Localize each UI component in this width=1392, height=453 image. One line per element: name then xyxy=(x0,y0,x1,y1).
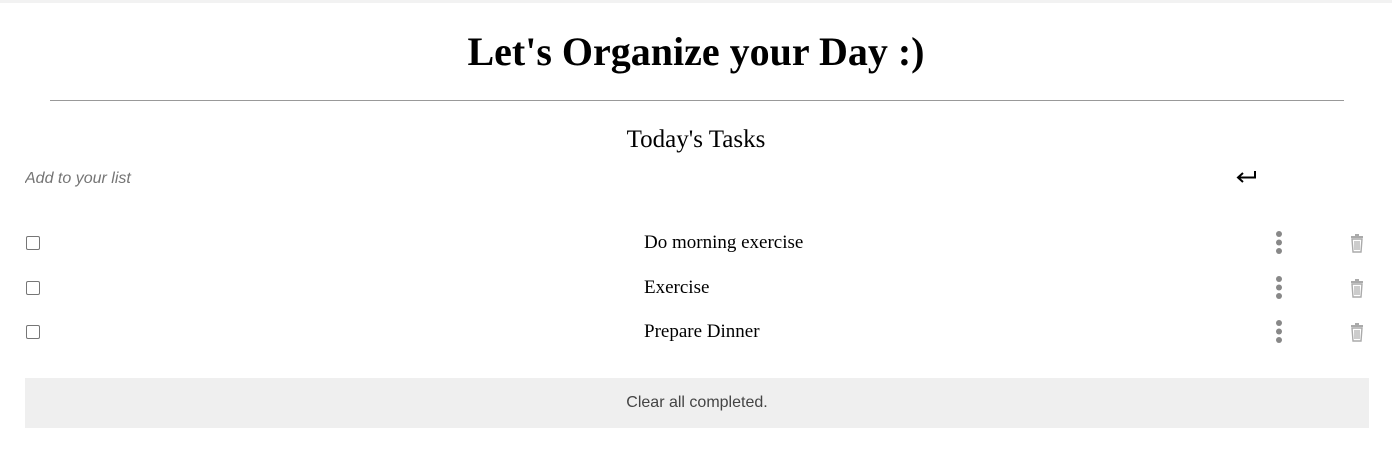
add-task-input[interactable] xyxy=(25,166,1205,192)
task-checkbox[interactable] xyxy=(26,325,40,339)
task-text: Do morning exercise xyxy=(644,232,804,253)
trash-icon xyxy=(1351,234,1363,253)
trash-icon xyxy=(1351,323,1363,342)
list-heading: Today's Tasks xyxy=(626,126,766,153)
task-menu-button[interactable] xyxy=(1268,317,1290,349)
vertical-dots-icon xyxy=(1276,231,1282,254)
clear-completed-button[interactable]: Clear all completed. xyxy=(25,378,1369,428)
task-delete-button[interactable] xyxy=(1348,322,1366,344)
vertical-dots-icon xyxy=(1276,276,1282,299)
task-text: Prepare Dinner xyxy=(644,321,760,342)
task-row: Exercise xyxy=(0,276,1392,316)
add-task-button[interactable] xyxy=(1228,162,1266,194)
task-text: Exercise xyxy=(644,277,710,298)
task-menu-button[interactable] xyxy=(1268,228,1290,260)
page-title: Let's Organize your Day :) xyxy=(467,29,925,74)
task-checkbox[interactable] xyxy=(26,236,40,250)
task-delete-button[interactable] xyxy=(1348,278,1366,300)
task-row: Prepare Dinner xyxy=(0,320,1392,360)
task-menu-button[interactable] xyxy=(1268,273,1290,305)
task-checkbox[interactable] xyxy=(26,281,40,295)
top-strip xyxy=(0,0,1392,3)
task-row: Do morning exercise xyxy=(0,231,1392,271)
header-divider xyxy=(50,100,1344,101)
trash-icon xyxy=(1351,279,1363,298)
task-delete-button[interactable] xyxy=(1348,233,1366,255)
vertical-dots-icon xyxy=(1276,320,1282,343)
enter-return-icon xyxy=(1236,171,1256,183)
